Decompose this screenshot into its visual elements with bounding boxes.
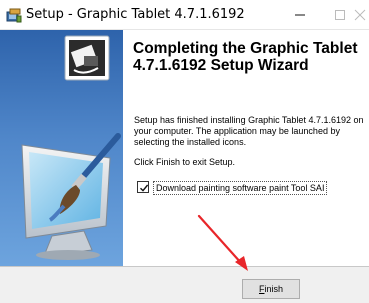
finish-button[interactable]: Finish <box>242 279 300 299</box>
finish-instruction: Click Finish to exit Setup. <box>134 157 236 167</box>
minimize-button[interactable] <box>280 0 320 30</box>
finish-label: inish <box>264 284 283 294</box>
maximize-icon <box>335 10 345 20</box>
download-sai-checkbox[interactable] <box>137 181 149 193</box>
title-bar: Setup - Graphic Tablet 4.7.1.6192 <box>0 0 369 30</box>
installer-icon <box>6 7 22 23</box>
close-button[interactable] <box>350 0 369 30</box>
page-title: Completing the Graphic Tablet 4.7.1.6192… <box>133 40 358 74</box>
close-icon <box>354 9 365 21</box>
wizard-sidebar-banner <box>0 30 123 266</box>
wizard-content: Completing the Graphic Tablet 4.7.1.6192… <box>123 30 369 266</box>
download-sai-label[interactable]: Download painting software paint Tool SA… <box>153 181 328 195</box>
finish-description: Setup has finished installing Graphic Ta… <box>134 115 364 147</box>
minimize-icon <box>295 14 305 16</box>
checkmark-icon <box>140 184 149 192</box>
wizard-footer: Finish <box>0 266 369 303</box>
setup-emblem-icon <box>64 35 110 81</box>
window-title: Setup - Graphic Tablet 4.7.1.6192 <box>26 7 245 22</box>
